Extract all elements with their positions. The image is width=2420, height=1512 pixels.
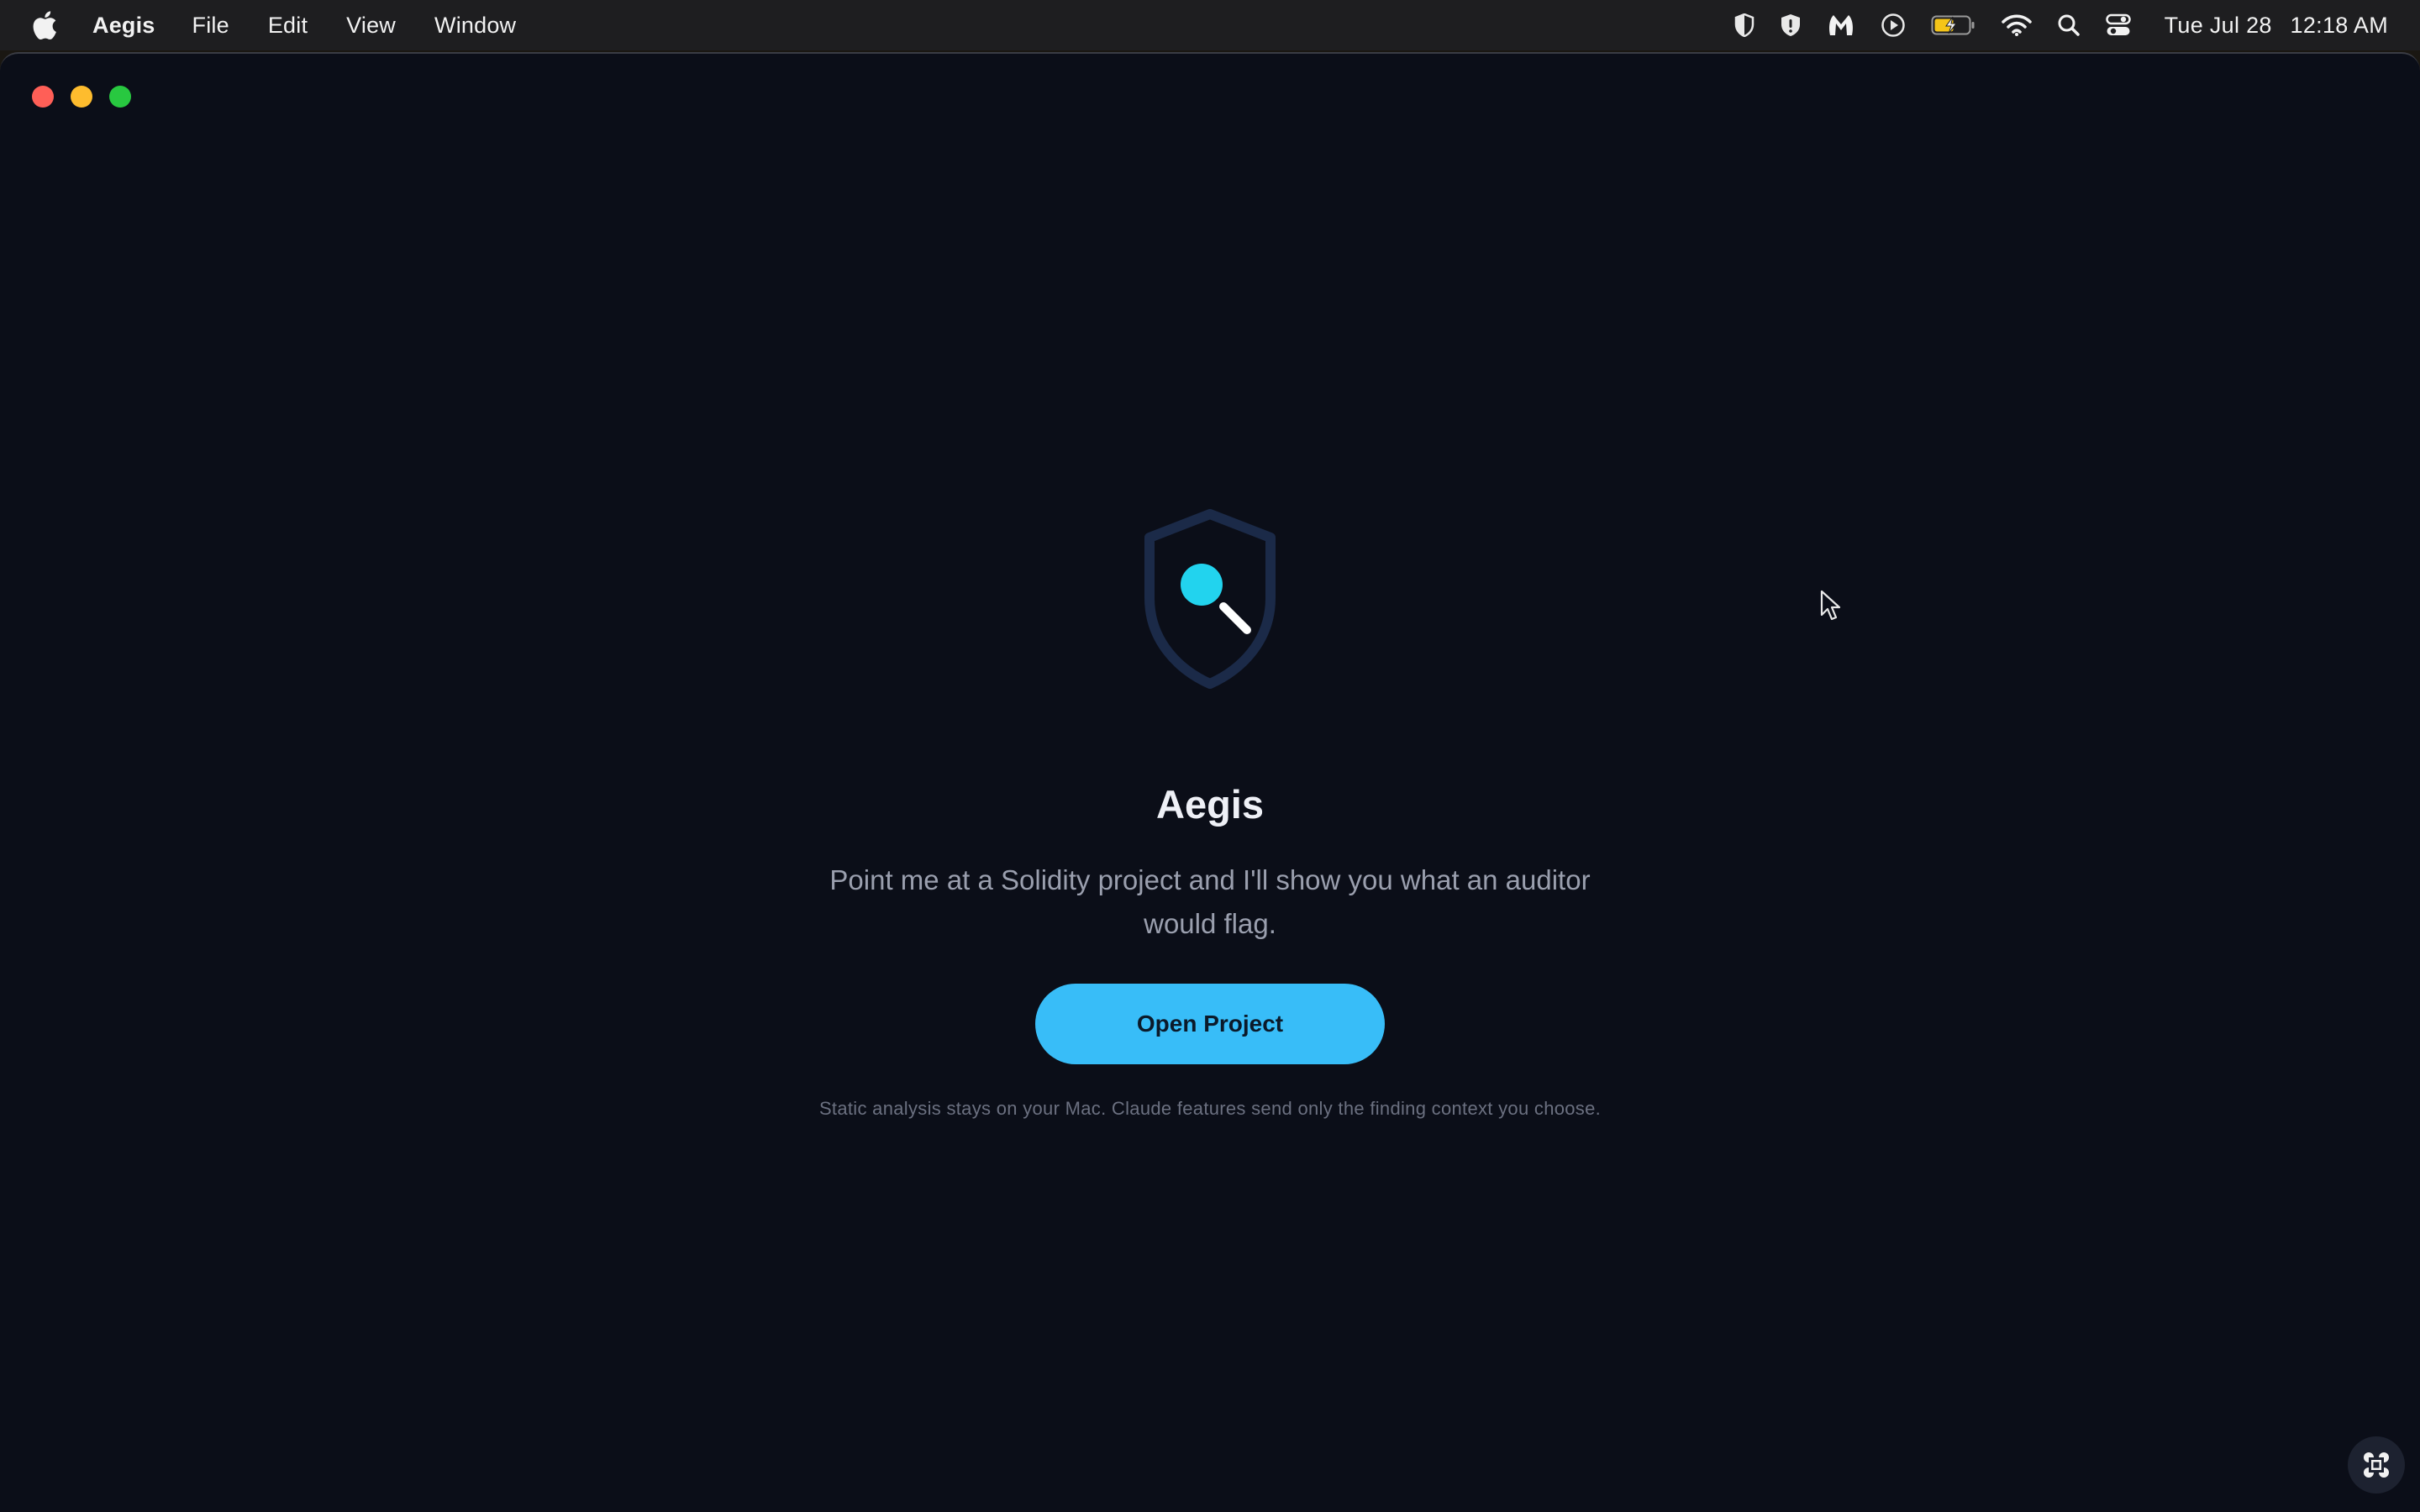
- app-window: Aegis Point me at a Solidity project and…: [0, 52, 2420, 1512]
- clock-date: Tue Jul 28: [2164, 12, 2272, 38]
- play-circle-icon[interactable]: [1881, 0, 1906, 50]
- wifi-icon[interactable]: [2001, 0, 2032, 50]
- welcome-screen: Aegis Point me at a Solidity project and…: [0, 54, 2420, 1512]
- menu-edit[interactable]: Edit: [268, 13, 308, 39]
- privacy-note: Static analysis stays on your Mac. Claud…: [818, 1098, 1602, 1119]
- shield-alert-icon[interactable]: [1780, 0, 1802, 50]
- clock-time: 12:18 AM: [2290, 12, 2388, 38]
- malwarebytes-icon[interactable]: [1827, 0, 1855, 50]
- menu-app-name[interactable]: Aegis: [92, 13, 155, 39]
- open-project-button[interactable]: Open Project: [1035, 984, 1385, 1064]
- command-key-icon: [2364, 1452, 2389, 1478]
- mouse-cursor-icon: [1820, 590, 1842, 622]
- battery-charging-icon[interactable]: [1931, 0, 1976, 50]
- apple-logo-icon[interactable]: [32, 11, 60, 39]
- menu-bar: Aegis File Edit View Window Tue Jul 28 1…: [0, 0, 2420, 50]
- floating-action-button[interactable]: [2348, 1436, 2405, 1494]
- shield-half-icon[interactable]: [1734, 0, 1754, 50]
- menu-window[interactable]: Window: [434, 13, 516, 39]
- control-center-icon[interactable]: [2105, 0, 2131, 50]
- menu-file[interactable]: File: [192, 13, 229, 39]
- menu-view[interactable]: View: [346, 13, 396, 39]
- spotlight-search-icon[interactable]: [2057, 0, 2081, 50]
- menubar-clock[interactable]: Tue Jul 28 12:18 AM: [2165, 13, 2388, 39]
- tagline: Point me at a Solidity project and I'll …: [829, 864, 1591, 939]
- page-title: Aegis: [1156, 782, 1264, 827]
- aegis-shield-logo-icon: [1141, 509, 1279, 689]
